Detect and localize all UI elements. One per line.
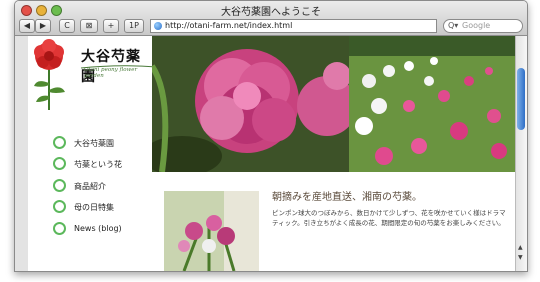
section-description: ピンポン球大のつぼみから、数日かけて少しずつ、花を咲かせていく様はドラマティック… <box>272 209 506 227</box>
add-bookmark-button[interactable]: + <box>103 19 119 33</box>
circle-bullet-icon <box>53 157 66 170</box>
bookmark-icon[interactable]: ⊠ <box>80 19 98 33</box>
nav-label: 母の日特集 <box>74 203 114 212</box>
peony-closeup-image <box>152 36 349 172</box>
peony-field-image <box>349 36 515 172</box>
home-button[interactable]: 1P <box>124 19 144 33</box>
nav-item-about-peony[interactable]: 芍薬という花 <box>53 157 163 171</box>
circle-bullet-icon <box>53 222 66 235</box>
scroll-thumb[interactable] <box>517 68 525 130</box>
nav-item-otani[interactable]: 大谷芍薬園 <box>53 136 163 150</box>
circle-bullet-icon <box>53 136 66 149</box>
nav-label: 商品紹介 <box>74 182 106 191</box>
address-text: http://otani-farm.net/index.html <box>165 21 293 30</box>
site-logo[interactable]: 大谷芍薬園 Otani peony flower garden <box>29 38 158 113</box>
nav-item-news[interactable]: News (blog) <box>53 222 163 236</box>
address-bar[interactable]: http://otani-farm.net/index.html <box>150 19 437 33</box>
window-title: 大谷芍薬園へようこそ <box>221 7 321 18</box>
web-page: 大谷芍薬園 Otani peony flower garden 大谷芍薬園 芍薬… <box>15 36 515 271</box>
section-headline: 朝摘みを産地直送、湘南の芍薬。 <box>272 192 422 203</box>
forward-button[interactable]: ▶ <box>35 19 51 33</box>
page-gutter <box>15 36 28 271</box>
back-button[interactable]: ◀ <box>19 19 35 33</box>
nav-label: 大谷芍薬園 <box>74 139 114 148</box>
nav-label: 芍薬という花 <box>74 160 122 169</box>
circle-bullet-icon <box>53 200 66 213</box>
scroll-up-icon[interactable]: ▲ <box>518 244 523 251</box>
search-placeholder: Google <box>462 21 491 30</box>
title-bar: 大谷芍薬園へようこそ ◀ ▶ C ⊠ + 1P http://otani-far… <box>15 1 527 36</box>
brand-underline <box>80 65 158 69</box>
reload-button[interactable]: C <box>59 19 75 33</box>
bouquet-thumbnail[interactable] <box>164 191 259 271</box>
nav-item-mothers-day[interactable]: 母の日特集 <box>53 200 163 214</box>
nav-label: News (blog) <box>74 224 122 233</box>
nav-item-products[interactable]: 商品紹介 <box>53 179 163 193</box>
hero-banner <box>152 36 515 172</box>
circle-bullet-icon <box>53 179 66 192</box>
search-icon: Q▾ <box>448 21 459 30</box>
search-input[interactable]: Q▾ Google <box>443 19 523 33</box>
globe-icon <box>154 22 162 30</box>
peony-logo-icon <box>34 39 65 110</box>
vertical-scrollbar[interactable]: ▲ ▼ <box>515 36 527 271</box>
scroll-down-icon[interactable]: ▼ <box>518 254 523 261</box>
browser-window: 大谷芍薬園へようこそ ◀ ▶ C ⊠ + 1P http://otani-far… <box>14 0 528 272</box>
